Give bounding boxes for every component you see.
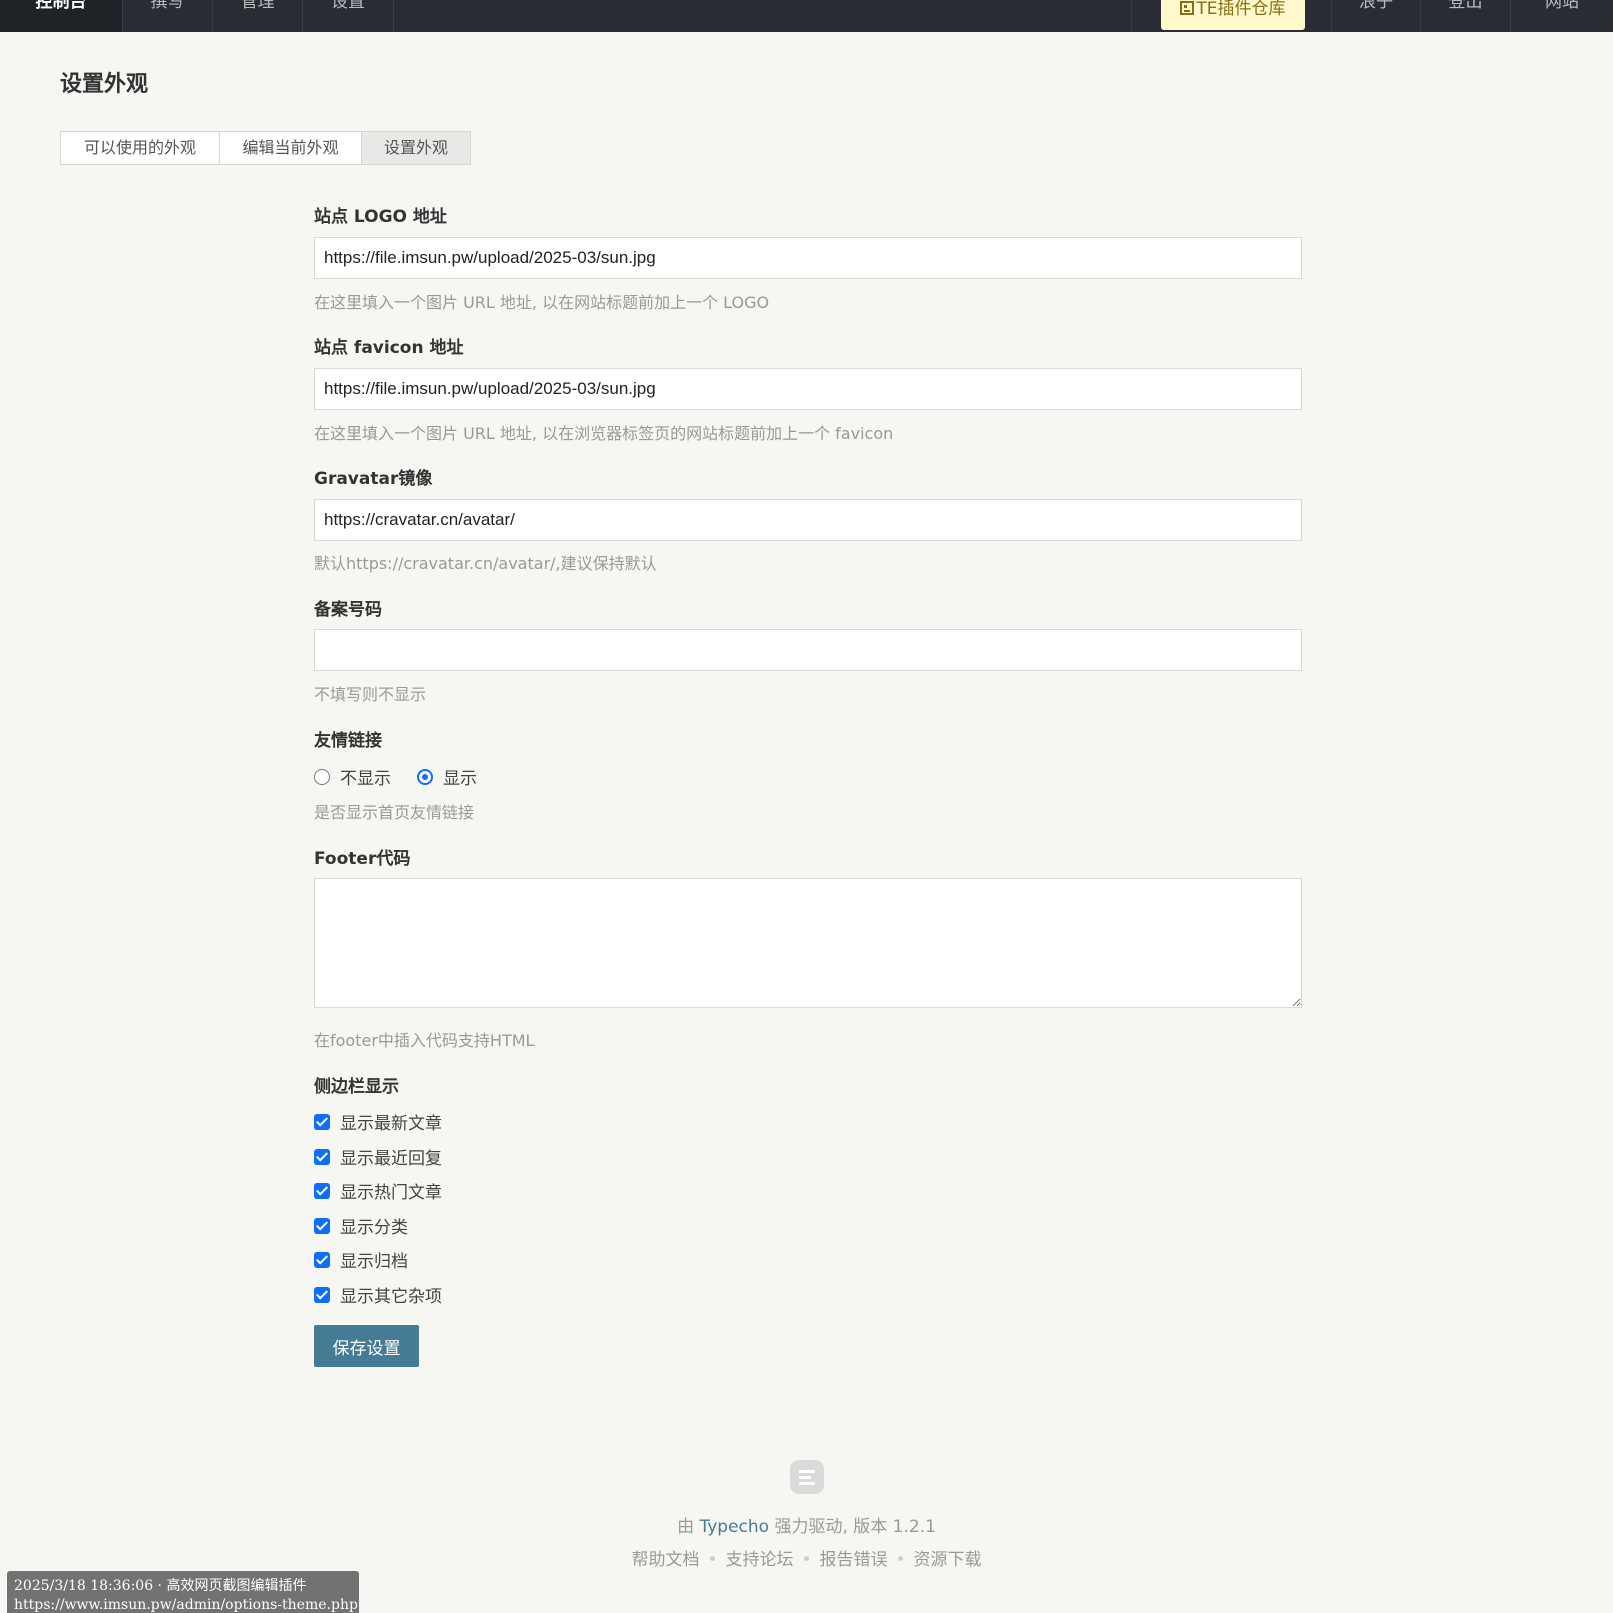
friendlinks-radio-group: 不显示 显示 bbox=[314, 764, 503, 789]
theme-tabs: 可以使用的外观 编辑当前外观 设置外观 bbox=[60, 131, 471, 165]
tab-edit-theme[interactable]: 编辑当前外观 bbox=[220, 131, 362, 165]
nav-dashboard[interactable]: 控制台 bbox=[0, 0, 123, 32]
nav-settings[interactable]: 设置 bbox=[303, 0, 394, 32]
checkbox[interactable] bbox=[314, 1182, 330, 1199]
friendlinks-hide-radio[interactable] bbox=[314, 768, 330, 785]
help-docs-link[interactable]: 帮助文档 bbox=[631, 1550, 699, 1570]
friendlinks-hide-label[interactable]: 不显示 bbox=[340, 764, 391, 789]
sidebar-label: 侧边栏显示 bbox=[314, 1077, 399, 1097]
sidebar-option-recent-posts[interactable]: 显示最新文章 bbox=[314, 1109, 442, 1134]
friendlinks-label: 友情链接 bbox=[314, 731, 382, 751]
checkbox[interactable] bbox=[314, 1148, 330, 1165]
gravatar-mirror-input[interactable] bbox=[314, 499, 1302, 541]
report-bug-link[interactable]: 报告错误 bbox=[820, 1550, 888, 1570]
logo-hint: 在这里填入一个图片 URL 地址, 以在网站标题前加上一个 LOGO bbox=[314, 293, 770, 312]
footer-code-hint: 在footer中插入代码支持HTML bbox=[314, 1031, 535, 1050]
tab-theme-settings[interactable]: 设置外观 bbox=[362, 131, 471, 165]
nav-user[interactable]: 浪子 bbox=[1331, 0, 1421, 32]
favicon-url-input[interactable] bbox=[314, 368, 1302, 410]
nav-plugin-store[interactable]: TE插件仓库 bbox=[1161, 0, 1305, 30]
friendlinks-show-radio[interactable] bbox=[417, 768, 433, 785]
nav-divider bbox=[1131, 0, 1132, 32]
separator-dot: • bbox=[801, 1550, 812, 1570]
typecho-link[interactable]: Typecho bbox=[699, 1517, 769, 1537]
checkbox[interactable] bbox=[314, 1217, 330, 1234]
sidebar-option-hot-posts[interactable]: 显示热门文章 bbox=[314, 1178, 442, 1203]
screenshot-status-overlay: 2025/3/18 18:36:06 · 高效网页截图编辑插件 https://… bbox=[7, 1571, 359, 1613]
downloads-link[interactable]: 资源下载 bbox=[914, 1550, 982, 1570]
separator-dot: • bbox=[895, 1550, 906, 1570]
typecho-logo-icon bbox=[790, 1460, 824, 1494]
top-nav: 控制台 撰写 管理 设置 TE插件仓库 浪子 登出 网站 bbox=[0, 0, 1613, 32]
status-url: https://www.imsun.pw/admin/options-theme… bbox=[14, 1597, 358, 1613]
page-title: 设置外观 bbox=[60, 72, 149, 97]
logo-url-input[interactable] bbox=[314, 237, 1302, 279]
nav-site[interactable]: 网站 bbox=[1511, 0, 1613, 32]
footer-code-label: Footer代码 bbox=[314, 849, 411, 869]
plugin-store-icon bbox=[1180, 1, 1195, 15]
support-forum-link[interactable]: 支持论坛 bbox=[725, 1550, 793, 1570]
separator-dot: • bbox=[707, 1550, 718, 1570]
footer-code-textarea[interactable] bbox=[314, 878, 1302, 1008]
save-settings-button[interactable]: 保存设置 bbox=[314, 1325, 419, 1367]
icp-hint: 不填写则不显示 bbox=[314, 685, 427, 704]
status-timestamp: 2025/3/18 18:36:06 · 高效网页截图编辑插件 bbox=[14, 1578, 307, 1594]
checkbox[interactable] bbox=[314, 1113, 330, 1130]
friendlinks-show-label[interactable]: 显示 bbox=[443, 764, 477, 789]
sidebar-option-recent-comments[interactable]: 显示最近回复 bbox=[314, 1144, 442, 1169]
favicon-label: 站点 favicon 地址 bbox=[314, 338, 464, 358]
icp-number-input[interactable] bbox=[314, 629, 1302, 671]
nav-logout[interactable]: 登出 bbox=[1421, 0, 1511, 32]
checkbox[interactable] bbox=[314, 1251, 330, 1268]
nav-manage[interactable]: 管理 bbox=[213, 0, 303, 32]
sidebar-option-archives[interactable]: 显示归档 bbox=[314, 1247, 408, 1272]
checkbox[interactable] bbox=[314, 1286, 330, 1303]
gravatar-hint: 默认https://cravatar.cn/avatar/,建议保持默认 bbox=[314, 554, 657, 573]
favicon-hint: 在这里填入一个图片 URL 地址, 以在浏览器标签页的网站标题前加上一个 fav… bbox=[314, 424, 894, 443]
icp-label: 备案号码 bbox=[314, 600, 382, 620]
sidebar-option-categories[interactable]: 显示分类 bbox=[314, 1213, 408, 1238]
friendlinks-hint: 是否显示首页友情链接 bbox=[314, 803, 475, 822]
tab-available-themes[interactable]: 可以使用的外观 bbox=[60, 131, 220, 165]
powered-by: 由 Typecho 强力驱动, 版本 1.2.1 bbox=[677, 1517, 936, 1537]
nav-write[interactable]: 撰写 bbox=[123, 0, 213, 32]
logo-label: 站点 LOGO 地址 bbox=[314, 207, 447, 227]
gravatar-label: Gravatar镜像 bbox=[314, 469, 433, 489]
sidebar-option-misc[interactable]: 显示其它杂项 bbox=[314, 1282, 442, 1307]
footer-links: 帮助文档 • 支持论坛 • 报告错误 • 资源下载 bbox=[0, 1545, 1613, 1570]
